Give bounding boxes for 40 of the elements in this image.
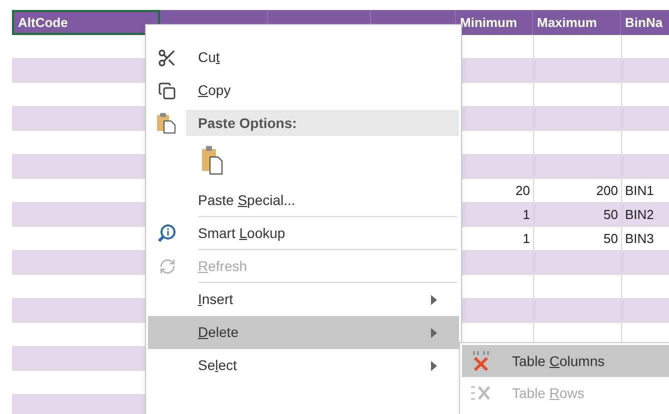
table-cell-text: BIN1 xyxy=(625,182,654,200)
table-cell-text: 1 xyxy=(522,230,530,248)
clipboard-icon xyxy=(201,145,223,175)
clipboard-icon xyxy=(156,112,176,134)
menu-label: Table Columns xyxy=(512,352,605,368)
table-cell-text: BIN3 xyxy=(625,230,654,248)
table-cell-text: 200 xyxy=(596,182,618,200)
menu-label: Copy xyxy=(198,82,231,98)
submenu-arrow-icon xyxy=(431,294,437,304)
scissors-icon xyxy=(157,48,177,68)
menu-item[interactable]: Paste Special... xyxy=(148,184,459,217)
column-header[interactable]: AltCode xyxy=(12,10,160,35)
menu-label: Refresh xyxy=(198,258,248,274)
paste-options-header: Paste Options: xyxy=(186,110,459,136)
lookup-icon xyxy=(157,224,177,244)
menu-label: Smart Lookup xyxy=(198,225,286,241)
table-cell-text: BIN2 xyxy=(625,206,654,224)
refresh-icon xyxy=(158,258,176,275)
copy-icon xyxy=(158,82,176,100)
menu-label: Paste Special... xyxy=(198,192,296,208)
menu-label: Delete xyxy=(198,324,238,340)
table-cell-text: 20 xyxy=(516,182,530,200)
menu-item[interactable]: Smart Lookup xyxy=(148,217,459,250)
menu-item[interactable]: Insert xyxy=(148,283,459,316)
delete-columns-icon xyxy=(471,350,491,372)
table-cell-text: 50 xyxy=(604,206,618,224)
menu-item[interactable]: Select xyxy=(148,349,459,382)
menu-label: Insert xyxy=(198,291,234,307)
table-cell-text: 1 xyxy=(522,206,530,224)
submenu-arrow-icon xyxy=(431,360,437,370)
menu-item[interactable]: Copy xyxy=(148,74,459,107)
table-cell-text: 50 xyxy=(604,230,618,248)
submenu-arrow-icon xyxy=(431,328,437,338)
menu-item[interactable]: Delete xyxy=(148,316,459,349)
menu-item[interactable]: Table Columns xyxy=(462,345,669,377)
menu-label: Table Rows xyxy=(512,384,584,400)
menu-label: Select xyxy=(198,357,237,373)
delete-rows-icon xyxy=(470,384,492,402)
menu-item[interactable]: Cut xyxy=(148,41,459,74)
menu-label: Cut xyxy=(198,49,220,65)
